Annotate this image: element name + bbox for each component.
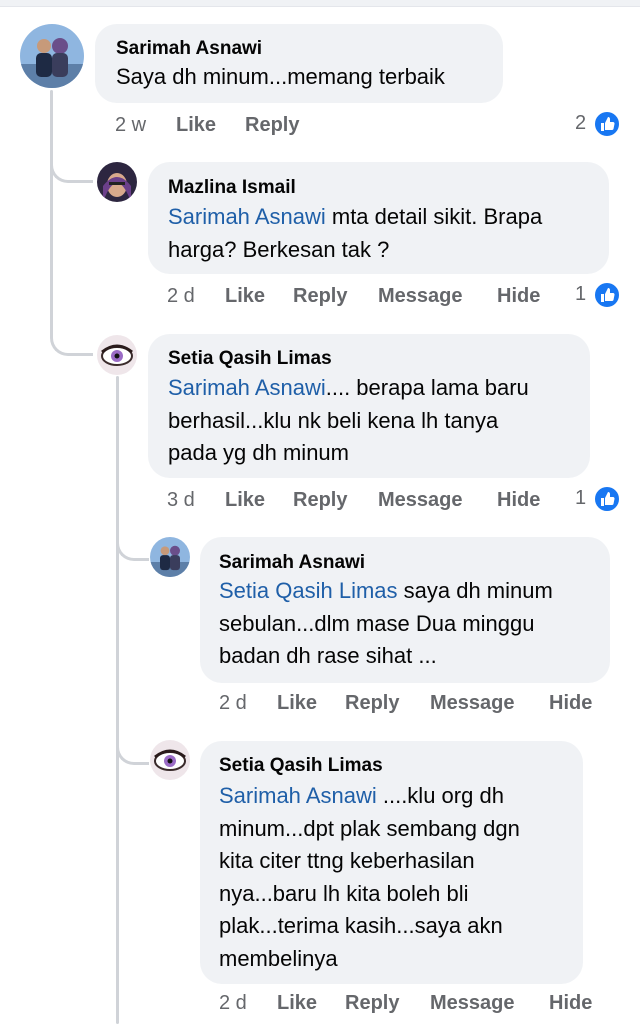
reaction-count: 1 [575, 283, 587, 305]
comment-setia-1: Setia Qasih Limas Sarimah Asnawi.... ber… [0, 330, 640, 530]
comment-text-line: berhasil...klu nk beli kena lh tanya [168, 407, 499, 433]
comment-text-line: saya dh minum [397, 578, 553, 603]
reaction-summary[interactable]: 2 [572, 110, 624, 140]
avatar-sarimah[interactable] [20, 24, 84, 88]
comment-author[interactable]: Mazlina Ismail [168, 177, 296, 199]
hide-button[interactable]: Hide [549, 692, 592, 715]
reaction-count: 2 [575, 112, 587, 134]
reply-button[interactable]: Reply [293, 285, 347, 308]
comment-actions: 2 d Like Reply Message Hide [167, 285, 557, 313]
comment-author[interactable]: Sarimah Asnawi [219, 552, 365, 574]
comment-timestamp[interactable]: 2 d [219, 992, 247, 1015]
hide-button[interactable]: Hide [549, 992, 592, 1015]
like-button[interactable]: Like [277, 692, 317, 715]
comment-text: Sarimah Asnawi mta detail sikit. Brapa ha… [168, 201, 598, 266]
reaction-summary[interactable]: 1 [572, 485, 624, 515]
comment-text-line: membelinya [219, 945, 338, 971]
avatar-setia[interactable] [97, 335, 137, 375]
reply-button[interactable]: Reply [345, 992, 399, 1015]
comment-author[interactable]: Setia Qasih Limas [219, 755, 383, 777]
comment-timestamp[interactable]: 2 w [115, 114, 146, 137]
comment-text-line: mta detail sikit. Brapa [325, 204, 543, 229]
like-button[interactable]: Like [277, 992, 317, 1015]
reaction-count: 1 [575, 487, 587, 509]
reply-button[interactable]: Reply [245, 114, 299, 137]
comment-text-line: kita citer ttng keberhasilan [219, 848, 475, 873]
reply-button[interactable]: Reply [293, 489, 347, 512]
mention-link[interactable]: Sarimah Asnawi [168, 375, 326, 400]
comment-text-line: .... berapa lama baru [325, 375, 529, 400]
mention-link[interactable]: Sarimah Asnawi [219, 783, 377, 808]
comment-text-line: pada yg dh minum [168, 440, 349, 465]
comment-text-line: sebulan...dlm mase Dua minggu [219, 610, 535, 636]
comment-timestamp[interactable]: 3 d [167, 489, 195, 512]
comment-timestamp[interactable]: 2 d [219, 692, 247, 715]
comment-actions: 2 d Like Reply Message Hide [219, 692, 619, 720]
mention-link[interactable]: Sarimah Asnawi [168, 204, 326, 229]
comment-text: Setia Qasih Limas saya dh minum sebulan..… [219, 575, 604, 673]
comment-text-line: Saya dh minum...memang terbaik [116, 64, 445, 89]
like-thumb-icon [593, 110, 621, 138]
message-button[interactable]: Message [378, 285, 463, 308]
hide-button[interactable]: Hide [497, 285, 540, 308]
comment-text-line: nya...baru lh kita boleh bli [219, 880, 469, 906]
comment-author[interactable]: Setia Qasih Limas [168, 348, 332, 370]
comment-setia-2: Setia Qasih Limas Sarimah Asnawi ....klu… [0, 730, 640, 1024]
comment-text-line: minum...dpt plak sembang dgn [219, 815, 520, 841]
like-thumb-icon [593, 485, 621, 513]
comment-author[interactable]: Sarimah Asnawi [116, 38, 262, 60]
comment-actions: 2 w Like Reply [115, 114, 445, 142]
reaction-summary[interactable]: 1 [572, 281, 624, 311]
comment-actions: 2 d Like Reply Message Hide [219, 992, 619, 1020]
comment-mazlina: Mazlina Ismail Sarimah Asnawi mta detail… [0, 150, 640, 330]
message-button[interactable]: Message [430, 992, 515, 1015]
message-button[interactable]: Message [378, 489, 463, 512]
avatar-mazlina[interactable] [97, 162, 137, 202]
message-button[interactable]: Message [430, 692, 515, 715]
comment-text-line: badan dh rase sihat ... [219, 643, 437, 668]
comment-sarimah-2: Sarimah Asnawi Setia Qasih Limas saya dh… [0, 530, 640, 730]
mention-link[interactable]: Setia Qasih Limas [219, 578, 398, 603]
like-button[interactable]: Like [176, 114, 216, 137]
like-button[interactable]: Like [225, 285, 265, 308]
comment-text-line: ....klu org dh [376, 783, 504, 808]
comment-text: Sarimah Asnawi.... berapa lama baru berha… [168, 372, 583, 470]
comment-text: Saya dh minum...memang terbaik [116, 61, 496, 94]
comment-timestamp[interactable]: 2 d [167, 285, 195, 308]
like-thumb-icon [593, 281, 621, 309]
avatar-sarimah[interactable] [150, 537, 190, 577]
comment-text: Sarimah Asnawi ....klu org dh minum...dpt… [219, 780, 579, 975]
avatar-setia[interactable] [150, 740, 190, 780]
comment-text-line: plak...terima kasih...saya akn [219, 913, 503, 938]
like-button[interactable]: Like [225, 489, 265, 512]
reply-button[interactable]: Reply [345, 692, 399, 715]
comment-sarimah-1: Sarimah Asnawi Saya dh minum...memang te… [0, 0, 640, 150]
hide-button[interactable]: Hide [497, 489, 540, 512]
comment-actions: 3 d Like Reply Message Hide [167, 489, 557, 517]
comment-text-line: harga? Berkesan tak ? [168, 236, 390, 262]
